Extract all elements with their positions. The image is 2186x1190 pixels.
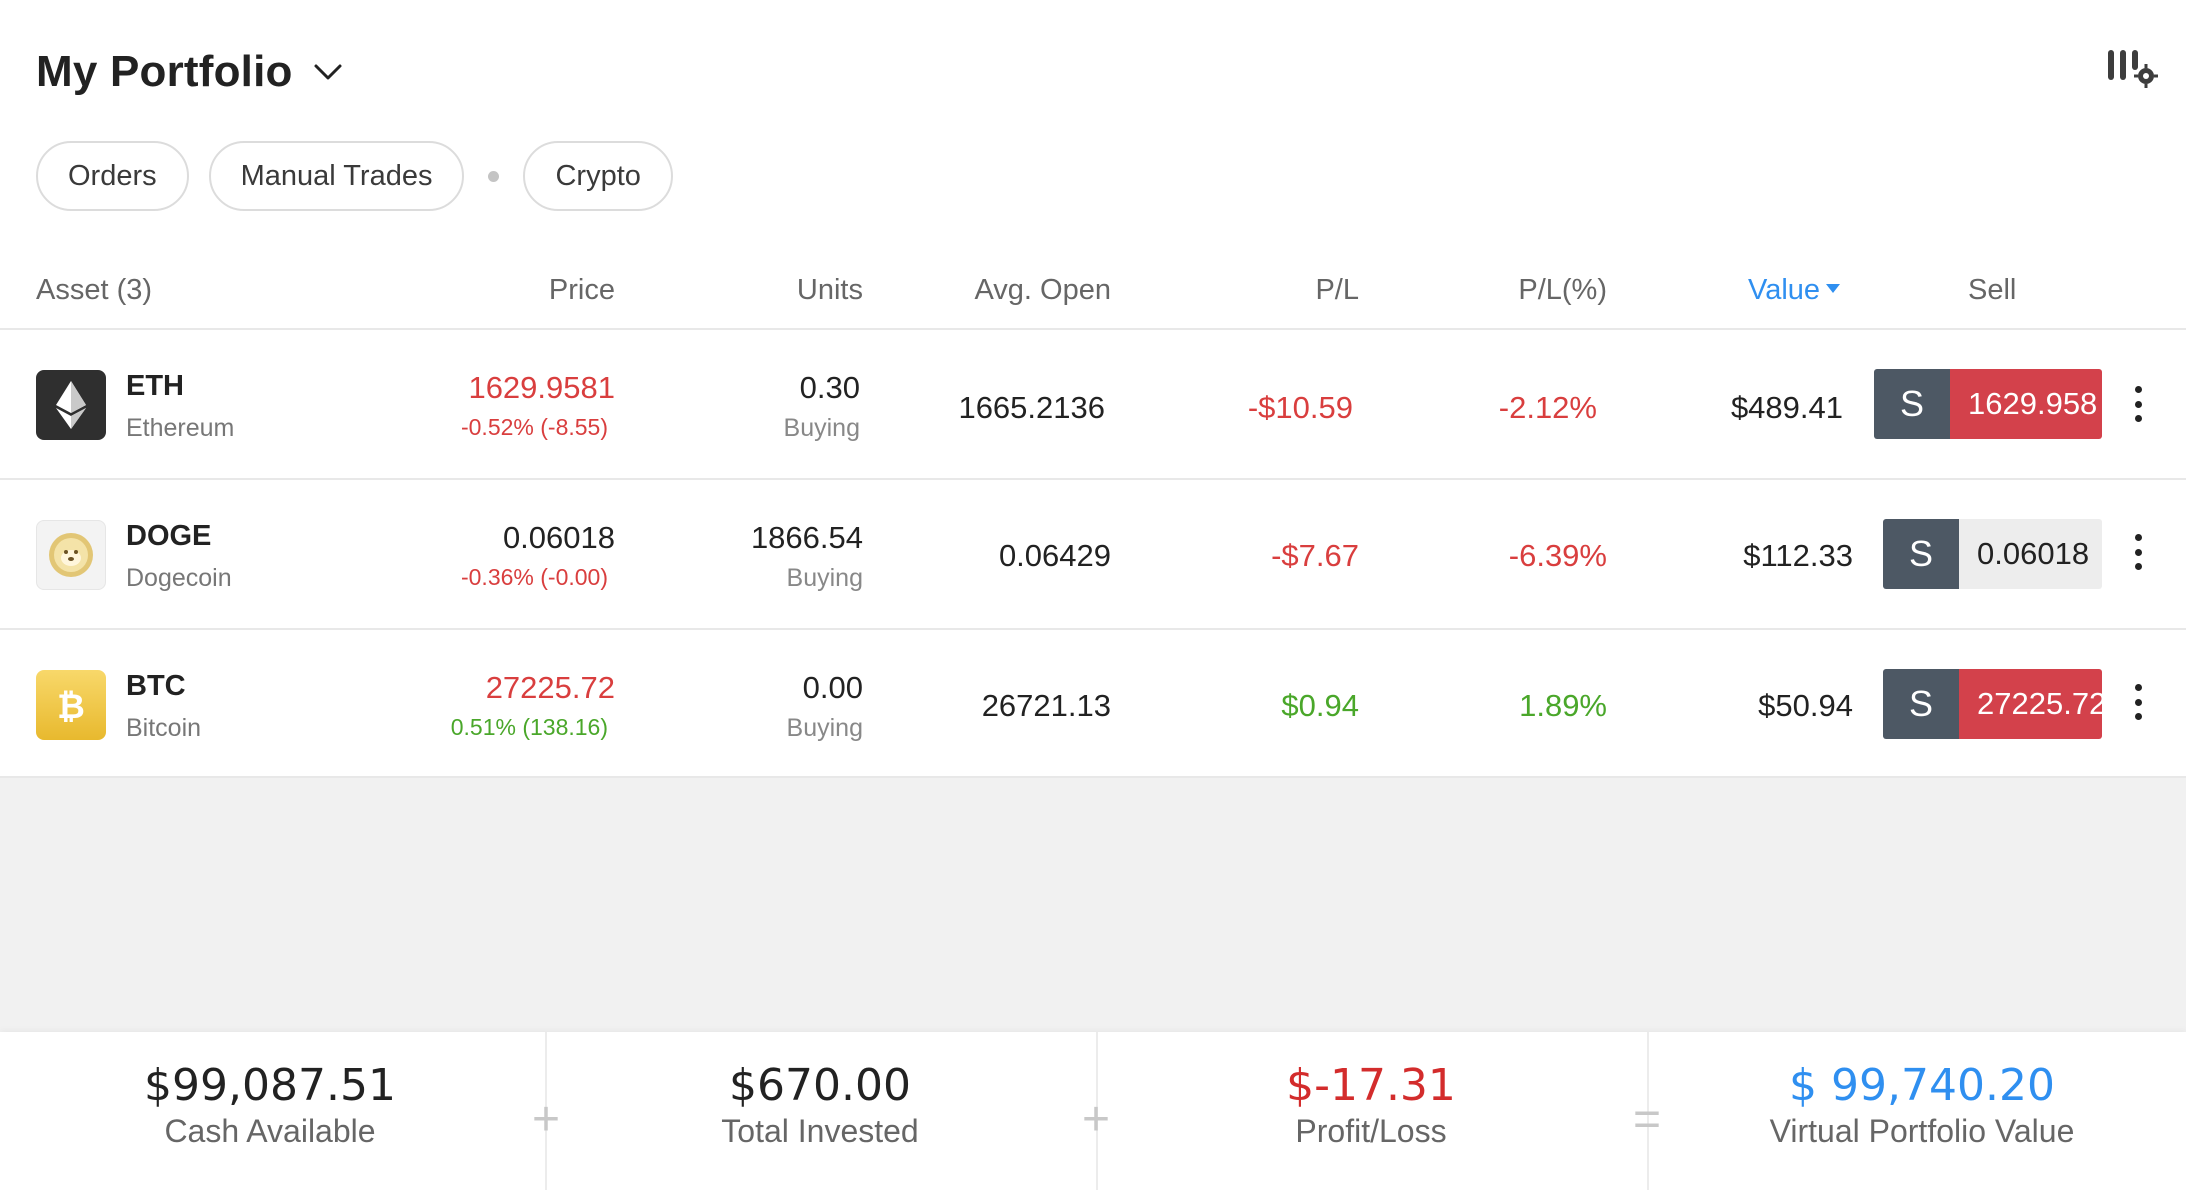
avg-open: 26721.13	[981, 688, 1111, 723]
value: $50.94	[1758, 688, 1853, 723]
virtual-portfolio-value: $ 99,740.20 Virtual Portfolio Value	[1712, 1060, 2132, 1150]
price-change: -0.52% (-8.55)	[460, 414, 608, 440]
table-row[interactable]: ETH Ethereum 1629.9581 -0.52% (-8.55) 0.…	[0, 330, 2186, 478]
sell-button[interactable]: S 0.06018	[1883, 519, 2102, 589]
sell-label: S	[1874, 369, 1950, 439]
more-options-icon[interactable]	[2128, 530, 2148, 574]
chevron-down-icon[interactable]	[311, 55, 345, 89]
sell-label: S	[1883, 519, 1959, 589]
empty-area	[0, 778, 2186, 1032]
columns-settings-icon[interactable]	[2106, 46, 2158, 92]
profit-loss-value: $-17.31	[1286, 1060, 1456, 1111]
pl: $0.94	[1281, 688, 1359, 723]
price: 27225.72	[485, 670, 615, 705]
profit-loss: $-17.31 Profit/Loss	[1161, 1060, 1581, 1150]
bitcoin-logo-icon: ₿	[36, 670, 106, 740]
header-sell[interactable]: Sell	[1968, 270, 2016, 310]
sell-label: S	[1883, 669, 1959, 739]
asset-name: Bitcoin	[126, 714, 202, 742]
sort-down-icon	[1826, 283, 1841, 293]
profit-loss-label: Profit/Loss	[1295, 1113, 1447, 1149]
sell-price: 0.06018	[1959, 519, 2102, 589]
units: 1866.54	[750, 520, 863, 555]
dot-separator	[488, 170, 500, 182]
units: 0.30	[799, 370, 860, 405]
pl-pct: -6.39%	[1508, 538, 1607, 573]
price-change: -0.36% (-0.00)	[460, 564, 608, 590]
header-value[interactable]: Value	[1748, 270, 1841, 310]
total-invested-value: $670.00	[729, 1060, 911, 1111]
value: $489.41	[1730, 390, 1843, 425]
header-price[interactable]: Price	[415, 270, 615, 310]
equals-icon: =	[1632, 1093, 1662, 1146]
units-status: Buying	[786, 564, 863, 592]
avg-open: 1665.2136	[958, 390, 1105, 425]
asset-symbol: BTC	[126, 670, 186, 702]
title-row: My Portfolio	[36, 40, 345, 104]
virtual-portfolio-value-amount: $ 99,740.20	[1789, 1060, 2055, 1111]
table-row[interactable]: DOGE Dogecoin 0.06018 -0.36% (-0.00) 186…	[0, 480, 2186, 628]
header-avg-open[interactable]: Avg. Open	[911, 270, 1111, 310]
pl: -$7.67	[1271, 538, 1359, 573]
portfolio-summary: $99,087.51 Cash Available + $670.00 Tota…	[0, 1032, 2186, 1190]
more-options-icon[interactable]	[2128, 680, 2148, 724]
pl-pct: -2.12%	[1498, 390, 1597, 425]
manual-trades-pill[interactable]: Manual Trades	[208, 141, 465, 211]
pl-pct: 1.89%	[1519, 688, 1607, 723]
table-row[interactable]: ₿ BTC Bitcoin 27225.72 0.51% (138.16) 0.…	[0, 630, 2186, 778]
value: $112.33	[1743, 538, 1853, 573]
total-invested-label: Total Invested	[721, 1113, 919, 1149]
units-status: Buying	[786, 714, 863, 742]
page-title: My Portfolio	[36, 47, 293, 96]
price: 1629.9581	[468, 370, 615, 405]
portfolio-page: My Portfolio Orders Manual Trades Crypto…	[0, 0, 2186, 1190]
header-value-label: Value	[1748, 274, 1821, 306]
asset-symbol: DOGE	[126, 520, 212, 552]
filter-pills: Orders Manual Trades Crypto	[36, 140, 693, 212]
asset-name: Ethereum	[126, 414, 235, 442]
cash-available-value: $99,087.51	[144, 1060, 396, 1111]
price: 0.06018	[502, 520, 615, 555]
price-change: 0.51% (138.16)	[450, 714, 608, 740]
cash-available-label: Cash Available	[164, 1113, 376, 1149]
dogecoin-logo-icon	[36, 520, 106, 590]
avg-open: 0.06429	[998, 538, 1111, 573]
header-asset[interactable]: Asset (3)	[36, 270, 152, 310]
total-invested: $670.00 Total Invested	[610, 1060, 1030, 1150]
header-pl-pct[interactable]: P/L(%)	[1407, 270, 1607, 310]
units-status: Buying	[783, 414, 860, 442]
crypto-pill[interactable]: Crypto	[523, 141, 673, 211]
cash-available: $99,087.51 Cash Available	[60, 1060, 480, 1150]
sell-button[interactable]: S 1629.958	[1874, 369, 2102, 439]
sell-price: 1629.958	[1950, 369, 2102, 439]
header-pl[interactable]: P/L	[1159, 270, 1359, 310]
plus-icon: +	[531, 1093, 561, 1146]
plus-icon: +	[1081, 1093, 1111, 1146]
sell-button[interactable]: S 27225.72	[1883, 669, 2102, 739]
orders-pill[interactable]: Orders	[36, 141, 189, 211]
virtual-portfolio-value-label: Virtual Portfolio Value	[1769, 1113, 2075, 1149]
svg-text:₿: ₿	[57, 687, 85, 727]
sell-price: 27225.72	[1959, 669, 2102, 739]
pl: -$10.59	[1247, 390, 1353, 425]
more-options-icon[interactable]	[2128, 382, 2148, 426]
units: 0.00	[802, 670, 863, 705]
asset-name: Dogecoin	[126, 564, 232, 592]
ethereum-logo-icon	[36, 370, 106, 440]
header-units[interactable]: Units	[663, 270, 863, 310]
asset-symbol: ETH	[126, 370, 184, 402]
